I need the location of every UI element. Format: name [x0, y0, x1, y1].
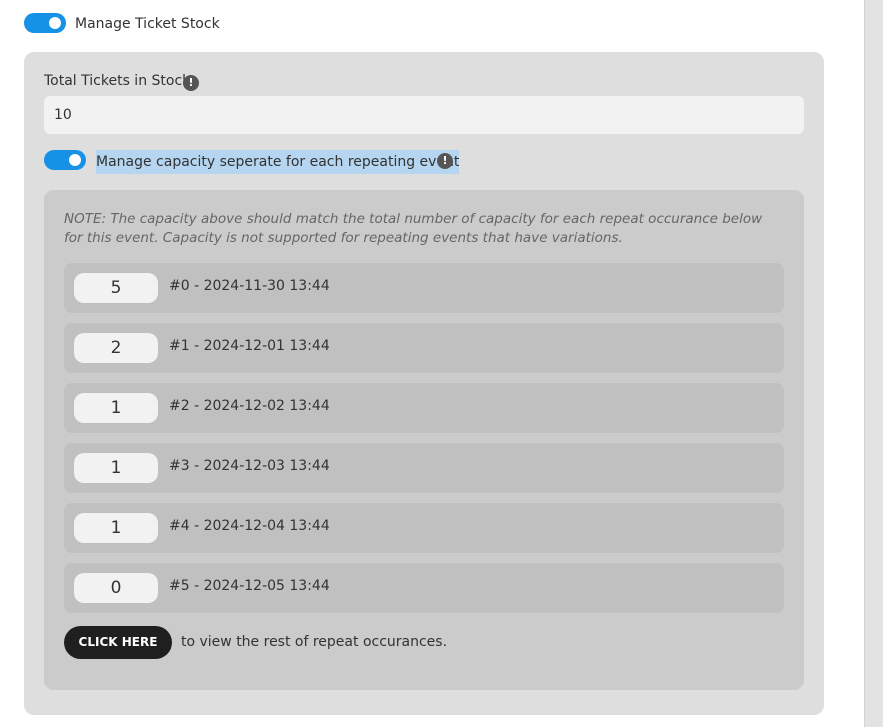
- occurrence-label: #5 - 2024-12-05 13:44: [169, 578, 330, 594]
- occurrence-capacity-input[interactable]: 1: [74, 513, 158, 543]
- info-icon[interactable]: !: [437, 153, 453, 169]
- view-more-text: to view the rest of repeat occurances.: [181, 634, 448, 650]
- occurrence-label: #0 - 2024-11-30 13:44: [169, 278, 330, 294]
- occurrence-label: #1 - 2024-12-01 13:44: [169, 338, 330, 354]
- occurrence-label: #4 - 2024-12-04 13:44: [169, 518, 330, 534]
- occurrence-capacity-input[interactable]: 5: [74, 273, 158, 303]
- occurrence-row: 1 #3 - 2024-12-03 13:44: [64, 443, 784, 493]
- occurrence-capacity-input[interactable]: 2: [74, 333, 158, 363]
- total-tickets-label: Total Tickets in Stock: [44, 73, 191, 89]
- total-tickets-input[interactable]: 10: [44, 96, 804, 134]
- info-icon[interactable]: !: [183, 75, 199, 91]
- occurrence-label: #3 - 2024-12-03 13:44: [169, 458, 330, 474]
- separate-capacity-toggle[interactable]: [44, 150, 86, 170]
- separate-capacity-label: Manage capacity seperate for each repeat…: [96, 150, 460, 174]
- occurrence-capacity-input[interactable]: 1: [74, 453, 158, 483]
- occurrence-row: 0 #5 - 2024-12-05 13:44: [64, 563, 784, 613]
- occurrence-row: 5 #0 - 2024-11-30 13:44: [64, 263, 784, 313]
- toggle-knob: [49, 17, 61, 29]
- toggle-knob: [69, 154, 81, 166]
- click-here-button[interactable]: CLICK HERE: [64, 626, 172, 659]
- manage-ticket-stock-label: Manage Ticket Stock: [75, 16, 220, 32]
- manage-ticket-stock-toggle[interactable]: [24, 13, 66, 33]
- occurrence-label: #2 - 2024-12-02 13:44: [169, 398, 330, 414]
- occurrence-capacity-input[interactable]: 0: [74, 573, 158, 603]
- occurrence-capacity-input[interactable]: 1: [74, 393, 158, 423]
- occurrence-row: 1 #2 - 2024-12-02 13:44: [64, 383, 784, 433]
- occurrence-row: 1 #4 - 2024-12-04 13:44: [64, 503, 784, 553]
- scrollbar-track[interactable]: [864, 0, 883, 727]
- capacity-note: NOTE: The capacity above should match th…: [64, 211, 763, 246]
- occurrence-row: 2 #1 - 2024-12-01 13:44: [64, 323, 784, 373]
